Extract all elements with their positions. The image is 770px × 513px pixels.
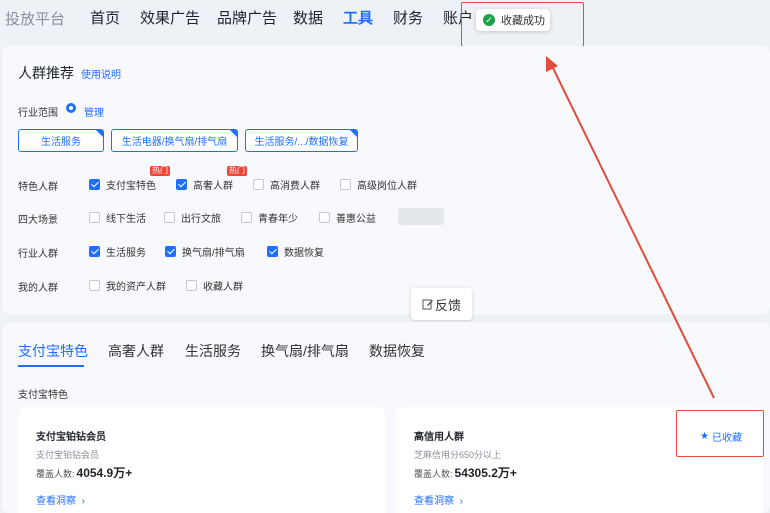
annotation-arrow [546, 56, 715, 399]
